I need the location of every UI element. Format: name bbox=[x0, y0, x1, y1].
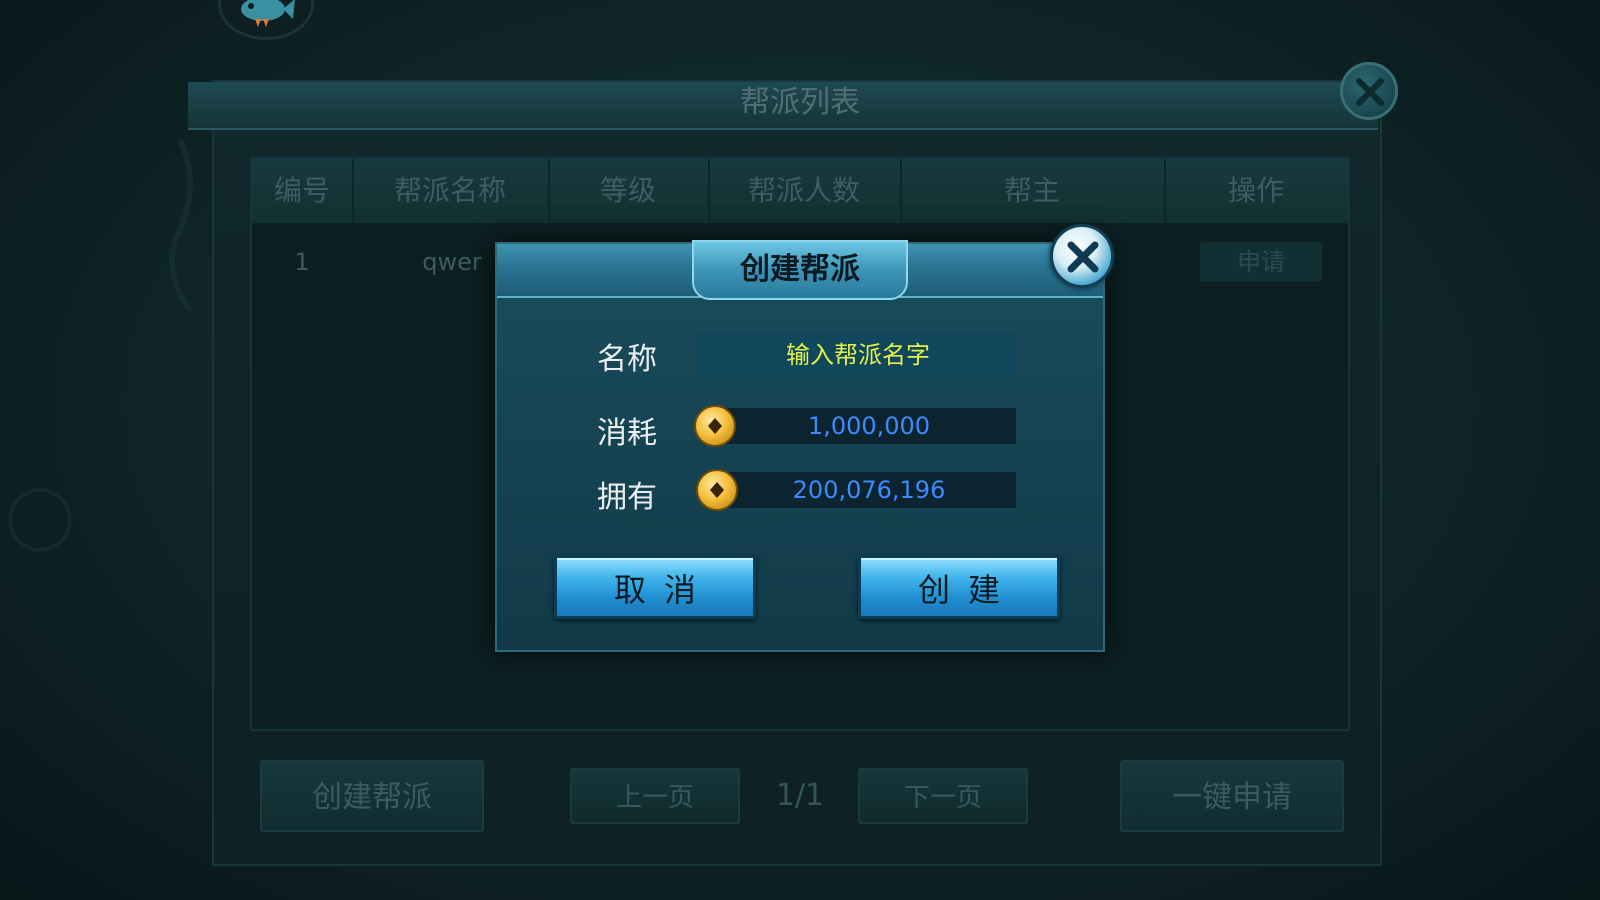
column-header-level: 等级 bbox=[548, 159, 710, 223]
column-header-name: 帮派名称 bbox=[352, 159, 550, 223]
column-header-members: 帮派人数 bbox=[708, 159, 902, 223]
cost-value: 1,000,000 bbox=[722, 408, 1016, 444]
column-header-id: 编号 bbox=[252, 159, 354, 223]
guild-name-input[interactable] bbox=[698, 333, 1018, 377]
create-guild-button[interactable]: 创建帮派 bbox=[260, 760, 484, 832]
column-header-action: 操作 bbox=[1227, 174, 1284, 207]
close-icon bbox=[1356, 78, 1384, 106]
coin-icon bbox=[696, 469, 738, 511]
dialog-title: 创建帮派 bbox=[740, 252, 860, 287]
create-button[interactable]: 创建 bbox=[858, 555, 1060, 619]
dialog-close-button[interactable] bbox=[1050, 224, 1114, 288]
coin-icon bbox=[694, 405, 736, 447]
one-click-apply-button[interactable]: 一键申请 bbox=[1120, 760, 1344, 832]
owned-label: 拥有 bbox=[597, 480, 657, 515]
name-label: 名称 bbox=[597, 342, 657, 377]
fish-avatar-icon bbox=[241, 0, 295, 27]
column-header-leader: 帮主 bbox=[900, 159, 1166, 223]
owned-value: 200,076,196 bbox=[722, 472, 1016, 508]
guild-list-close-button[interactable] bbox=[1340, 62, 1398, 120]
cost-label: 消耗 bbox=[597, 416, 657, 451]
close-icon bbox=[1067, 241, 1099, 273]
prev-page-button[interactable]: 上一页 bbox=[570, 768, 740, 824]
page-indicator: 1/1 bbox=[775, 778, 825, 813]
cancel-button[interactable]: 取消 bbox=[554, 555, 756, 619]
row-id: 1 bbox=[294, 248, 310, 276]
next-page-button[interactable]: 下一页 bbox=[858, 768, 1028, 824]
row-apply-button[interactable]: 申请 bbox=[1200, 242, 1322, 282]
guild-list-title: 帮派列表 bbox=[740, 85, 860, 120]
